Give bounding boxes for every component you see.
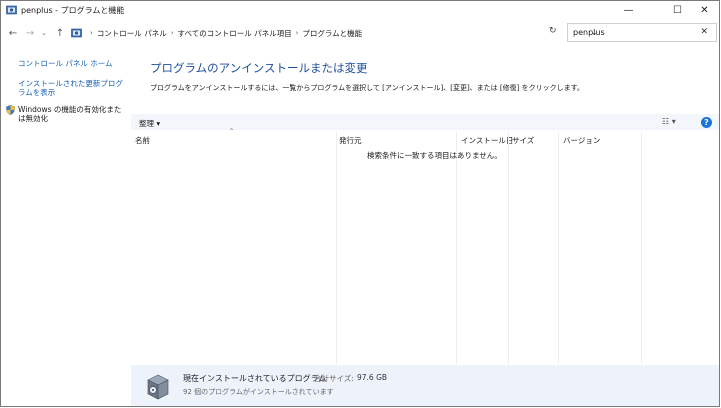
refresh-icon[interactable]: ↻ [549, 26, 557, 36]
title-bar: penplus - プログラムと機能 — ☐ ✕ [1, 1, 719, 20]
column-install-date[interactable]: インストール日 [461, 135, 513, 146]
column-divider [456, 132, 457, 364]
program-count: 92 個のプログラムがインストールされています [183, 388, 334, 396]
column-name[interactable]: 名前 [135, 135, 150, 146]
programs-and-features-window: penplus - プログラムと機能 — ☐ ✕ ← → ⌄ ↑ › コントロー… [0, 0, 720, 407]
control-panel-icon [71, 28, 82, 38]
window-title: penplus - プログラムと機能 [21, 6, 125, 15]
windows-features-link[interactable]: Windows の機能の有効化または無効化 [18, 105, 128, 123]
address-bar[interactable]: › コントロール パネル › すべてのコントロール パネル項目 › プログラムと… [67, 24, 598, 42]
column-size[interactable]: サイズ [512, 135, 534, 146]
empty-list-message: 検索条件に一致する項目はありません。 [367, 151, 502, 160]
forward-button[interactable]: → [24, 26, 36, 40]
total-size-label: 合計サイズ: [314, 374, 354, 383]
search-value: penplus [573, 28, 605, 37]
left-navigation-pane: コントロール パネル ホーム インストールされた更新プログラムを表示 Windo… [1, 51, 129, 371]
breadcrumb-control-panel[interactable]: コントロール パネル [97, 28, 167, 39]
column-header: 名前 ^ 発行元 インストール日 サイズ バージョン [131, 128, 719, 146]
chevron-right-icon[interactable]: › [171, 29, 174, 37]
breadcrumb-programs[interactable]: プログラムと機能 [302, 28, 362, 39]
organize-button[interactable]: 整理 ▾ [139, 118, 160, 129]
column-version[interactable]: バージョン [563, 135, 600, 146]
total-size-value: 97.6 GB [357, 373, 388, 382]
command-toolbar: 整理 ▾ ☷ ▾ ? [131, 114, 719, 130]
control-panel-icon [6, 5, 17, 15]
page-description: プログラムをアンインストールするには、一覧からプログラムを選択して [アンインス… [150, 84, 584, 92]
installed-programs-title: 現在インストールされているプログラム [183, 374, 327, 383]
details-pane: 現在インストールされているプログラム 合計サイズ: 97.6 GB 92 個のプ… [131, 365, 719, 406]
installed-updates-link[interactable]: インストールされた更新プログラムを表示 [18, 79, 128, 97]
close-button[interactable]: ✕ [687, 1, 719, 20]
help-icon[interactable]: ? [701, 117, 712, 128]
column-divider [558, 132, 559, 364]
control-panel-home-link[interactable]: コントロール パネル ホーム [18, 59, 113, 68]
up-button[interactable]: ↑ [54, 26, 66, 40]
change-view-button[interactable]: ☷ ▾ [662, 117, 676, 126]
shield-icon [6, 105, 15, 115]
back-button[interactable]: ← [7, 26, 19, 40]
chevron-right-icon[interactable]: › [296, 29, 299, 37]
page-title: プログラムのアンインストールまたは変更 [150, 61, 368, 75]
recent-locations-button[interactable]: ⌄ [38, 26, 50, 40]
breadcrumb: › コントロール パネル › すべてのコントロール パネル項目 › プログラムと… [86, 28, 362, 39]
column-divider [641, 132, 642, 364]
installed-programs-icon [147, 374, 169, 400]
column-divider [508, 132, 509, 364]
search-input[interactable]: penplus ✕ [567, 23, 717, 42]
column-publisher[interactable]: 発行元 [339, 135, 362, 146]
chevron-right-icon[interactable]: › [90, 29, 93, 37]
minimize-button[interactable]: — [611, 1, 646, 20]
clear-search-icon[interactable]: ✕ [700, 27, 708, 37]
sort-caret-icon: ^ [229, 128, 235, 135]
breadcrumb-all-items[interactable]: すべてのコントロール パネル項目 [178, 28, 292, 39]
column-divider [336, 132, 337, 364]
